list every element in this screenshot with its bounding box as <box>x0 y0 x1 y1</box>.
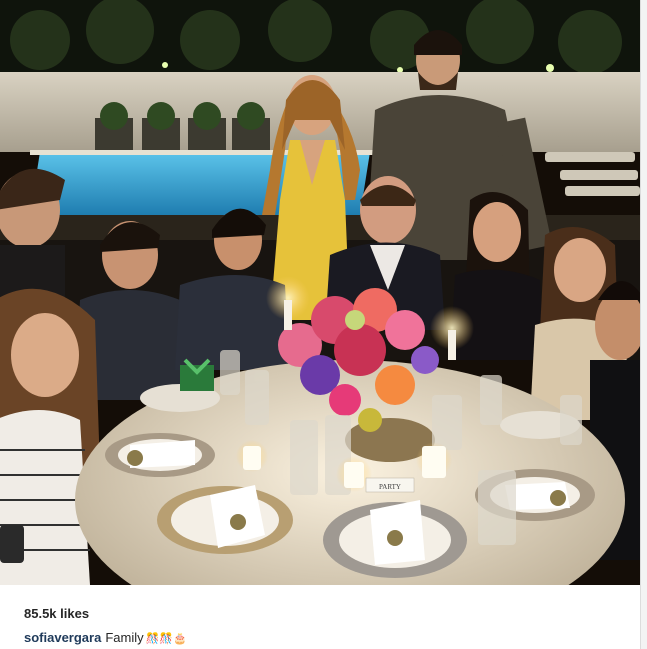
caption: sofiavergara Family 🎊🎊🎂 <box>24 630 187 645</box>
scrollbar-track[interactable] <box>640 0 647 649</box>
post-photo[interactable]: PARTY <box>0 0 640 585</box>
place-card: PARTY <box>365 477 415 493</box>
likes-count[interactable]: 85.5k likes <box>24 606 89 621</box>
guest-woman-bottom-left <box>0 288 100 585</box>
caption-text: Family <box>105 630 144 645</box>
caption-emoji: 🎊🎊🎂 <box>145 632 187 645</box>
lounge-chairs <box>545 152 640 196</box>
dinner-party-photo: PARTY <box>0 0 640 585</box>
place-card-text: PARTY <box>379 483 401 491</box>
caption-username[interactable]: sofiavergara <box>24 630 101 645</box>
instagram-post: PARTY 85.5k likes sofiavergara Family 🎊🎊🎂 <box>0 0 647 649</box>
